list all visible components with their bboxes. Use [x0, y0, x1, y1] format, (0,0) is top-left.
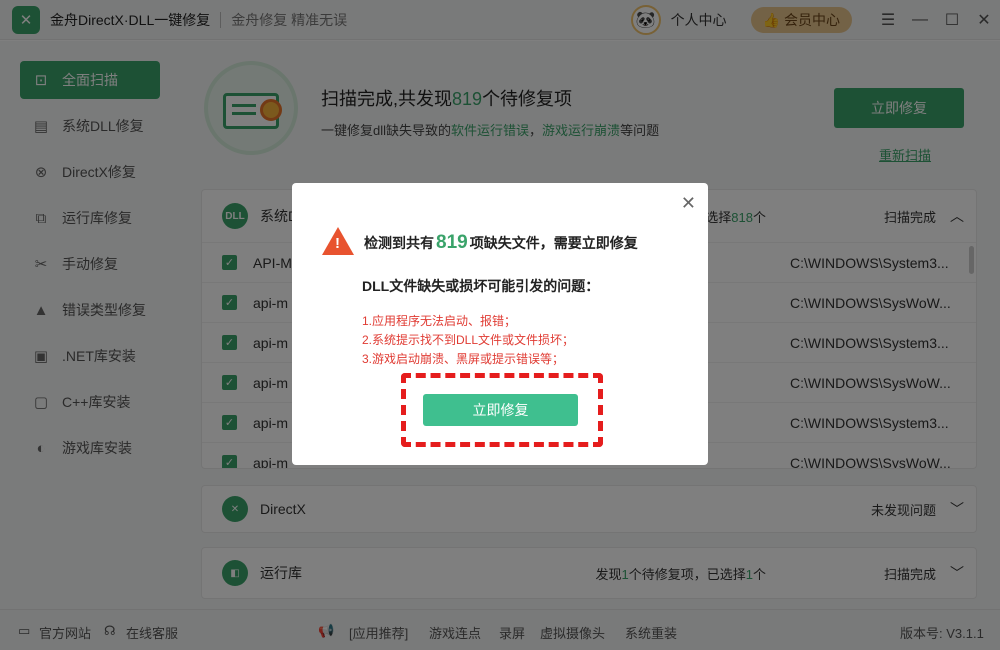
dialog-fix-button[interactable]: 立即修复: [423, 394, 578, 426]
repair-dialog: ✕ ! 检测到共有 819 项缺失文件，需要立即修复 DLL文件缺失或损坏可能引发的…: [292, 183, 708, 465]
dialog-title: 检测到共有 819 项缺失文件，需要立即修复: [364, 232, 638, 253]
issue-item: 1.应用程序无法启动、报错；: [362, 314, 517, 328]
close-icon[interactable]: ✕: [681, 193, 696, 214]
issue-item: 3.游戏启动崩溃、黑屏或提示错误等；: [362, 352, 565, 366]
issue-item: 2.系统提示找不到DLL文件或文件损坏；: [362, 333, 575, 347]
dialog-subtitle: DLL文件缺失或损坏可能引发的问题：: [362, 278, 600, 294]
missing-count: 819: [436, 232, 468, 253]
